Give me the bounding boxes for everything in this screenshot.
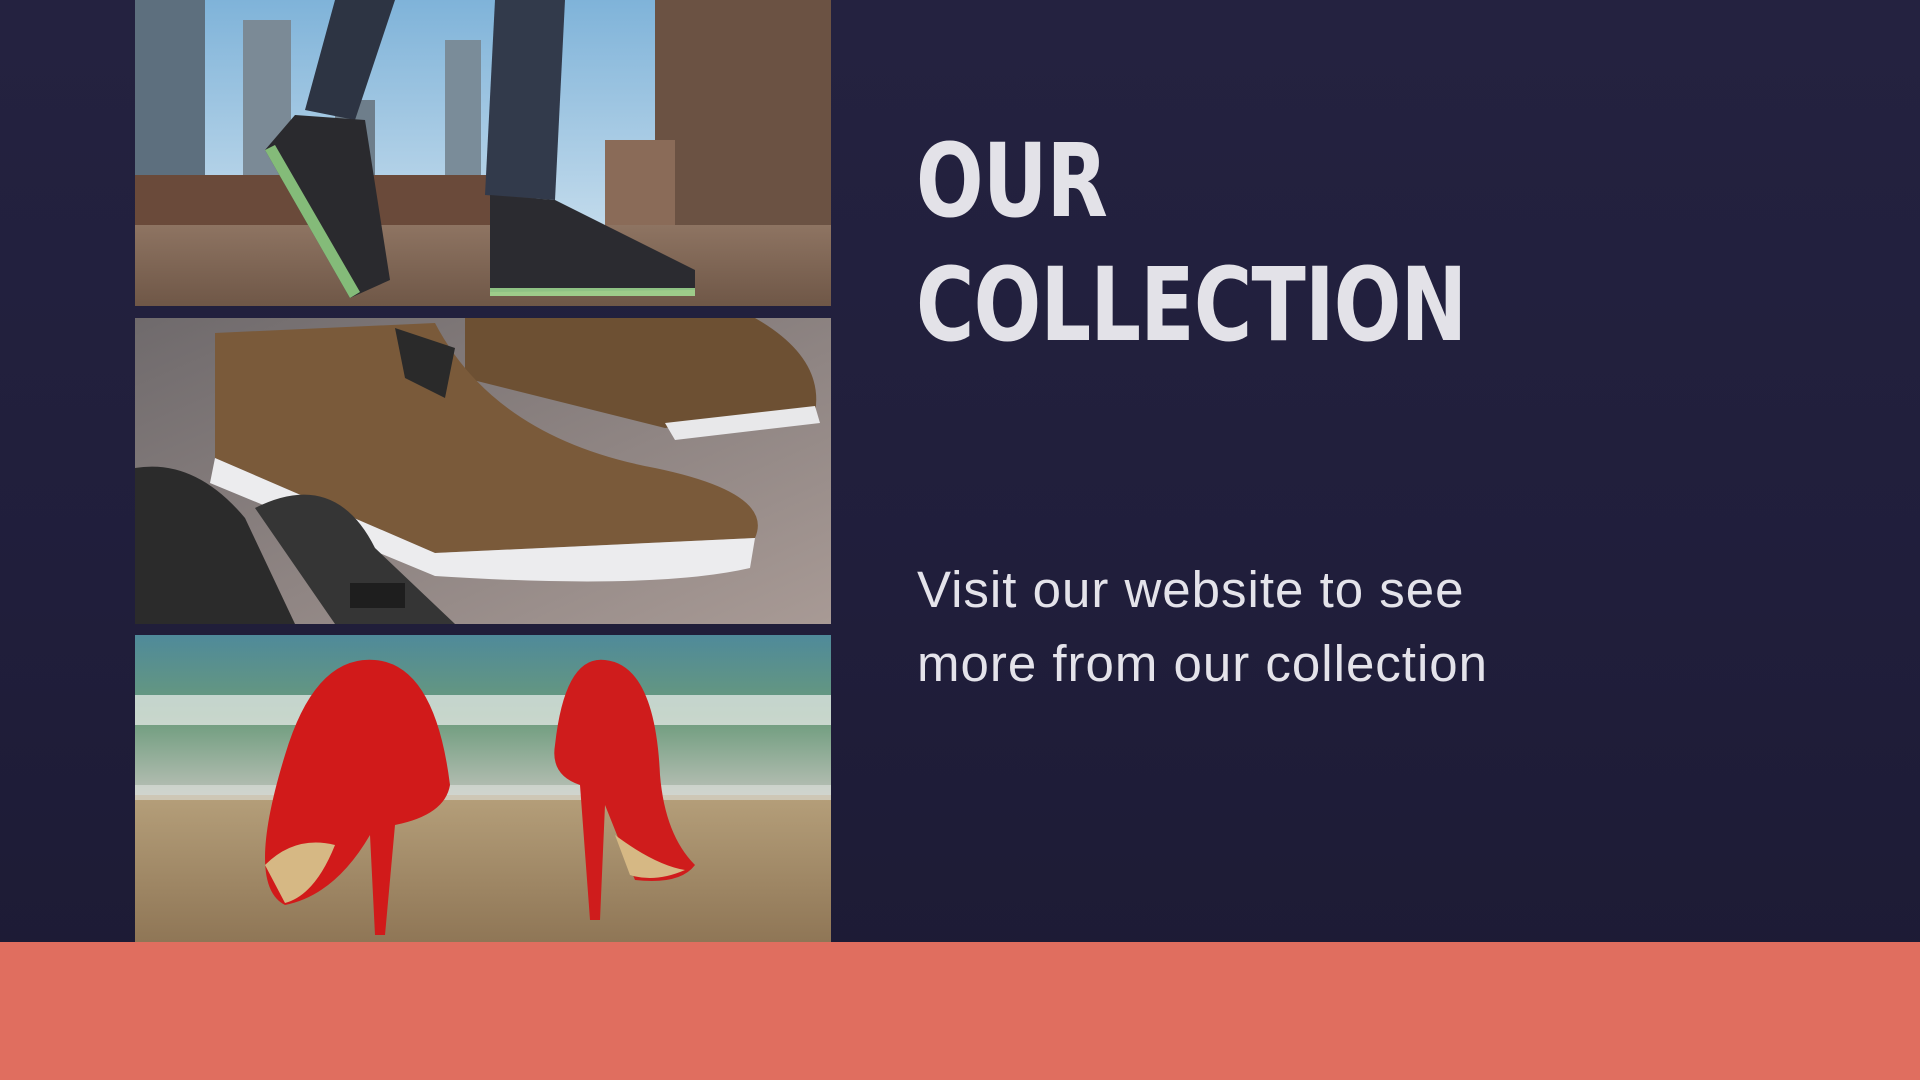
sneakers-city-photo <box>135 0 831 306</box>
page-title: OUR COLLECTION <box>916 120 1467 368</box>
title-line-1: OUR <box>916 122 1108 241</box>
title-line-2: COLLECTION <box>916 246 1467 365</box>
accent-footer-band <box>0 942 1920 1080</box>
subtitle-line-1: Visit our website to see <box>917 561 1465 618</box>
subtitle-line-2: more from our collection <box>917 635 1489 692</box>
suede-shoes-photo <box>135 318 831 624</box>
subtitle-text: Visit our website to see more from our c… <box>917 553 1677 701</box>
red-heels-beach-photo <box>135 635 831 942</box>
